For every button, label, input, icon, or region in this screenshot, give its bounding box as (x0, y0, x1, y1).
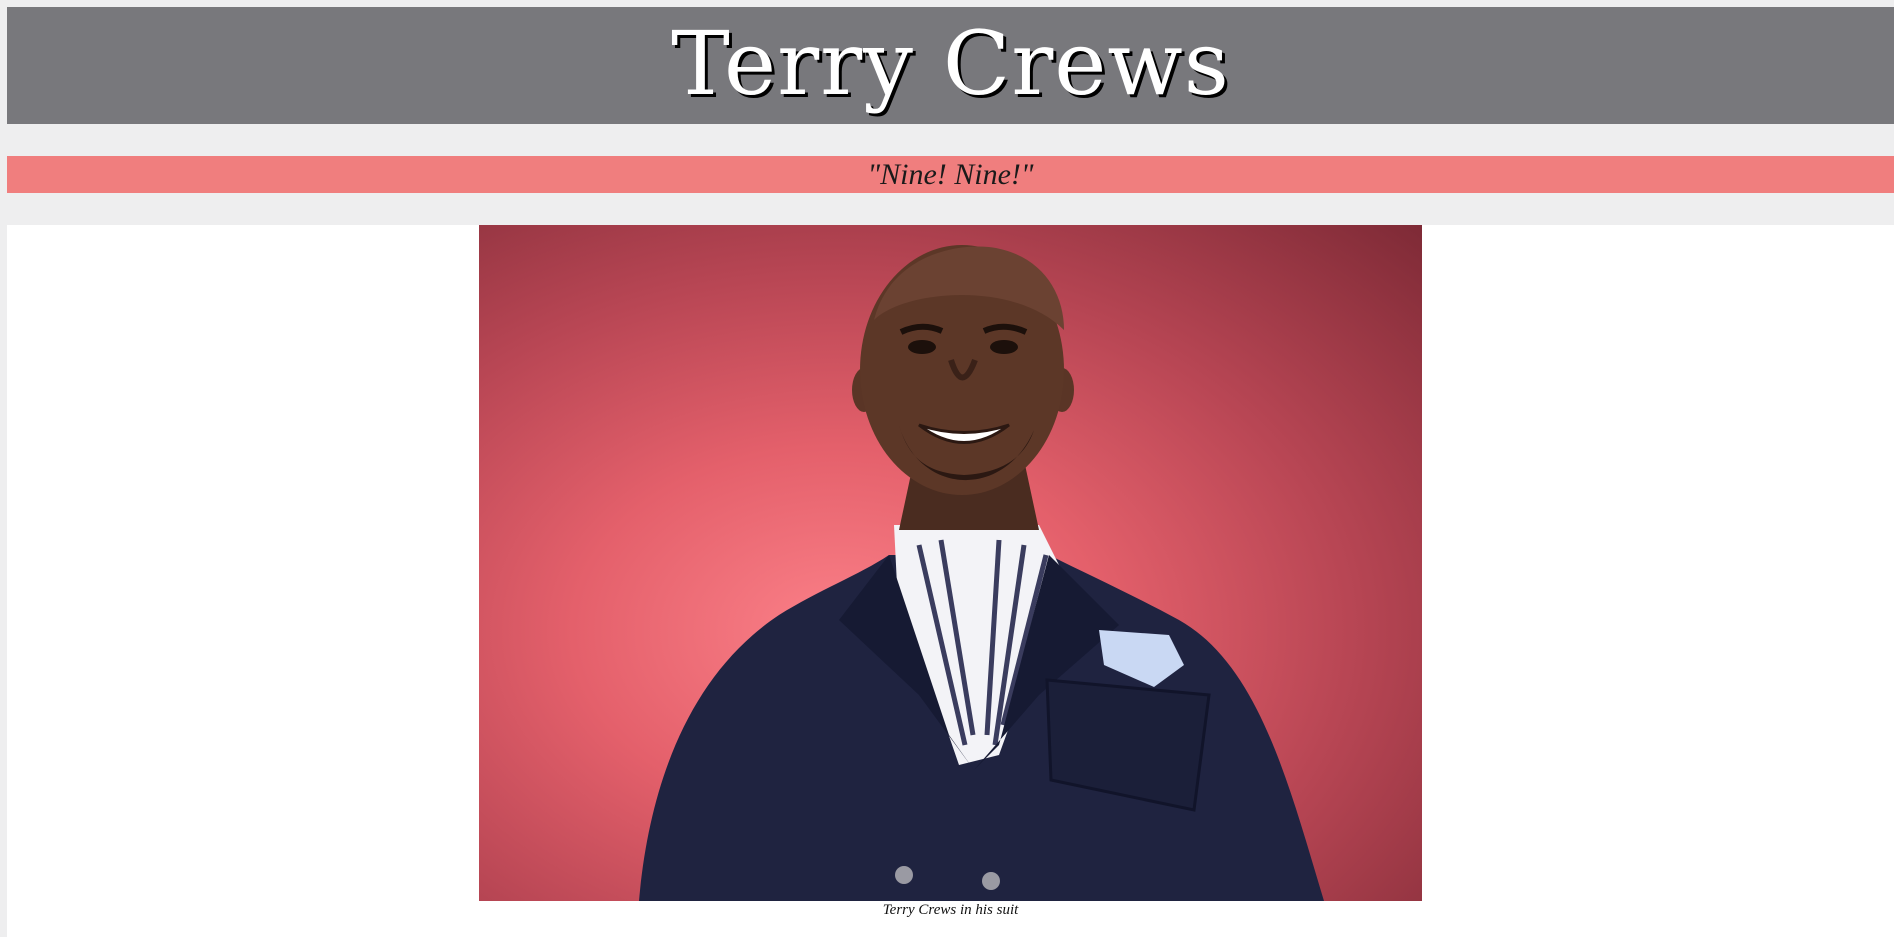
title-banner: Terry Crews (7, 7, 1894, 124)
portrait-illustration (639, 245, 1324, 901)
portrait-figure: Terry Crews in his suit (479, 225, 1422, 919)
page: Terry Crews "Nine! Nine!" Terry Crews in… (0, 0, 1894, 937)
image-caption: Terry Crews in his suit (882, 902, 1019, 918)
page-title: Terry Crews (671, 11, 1230, 115)
quote-banner: "Nine! Nine!" (7, 156, 1894, 193)
main-content: Terry Crews in his suit (7, 225, 1894, 937)
portrait-image (479, 225, 1422, 901)
quote-text: "Nine! Nine!" (867, 157, 1034, 191)
